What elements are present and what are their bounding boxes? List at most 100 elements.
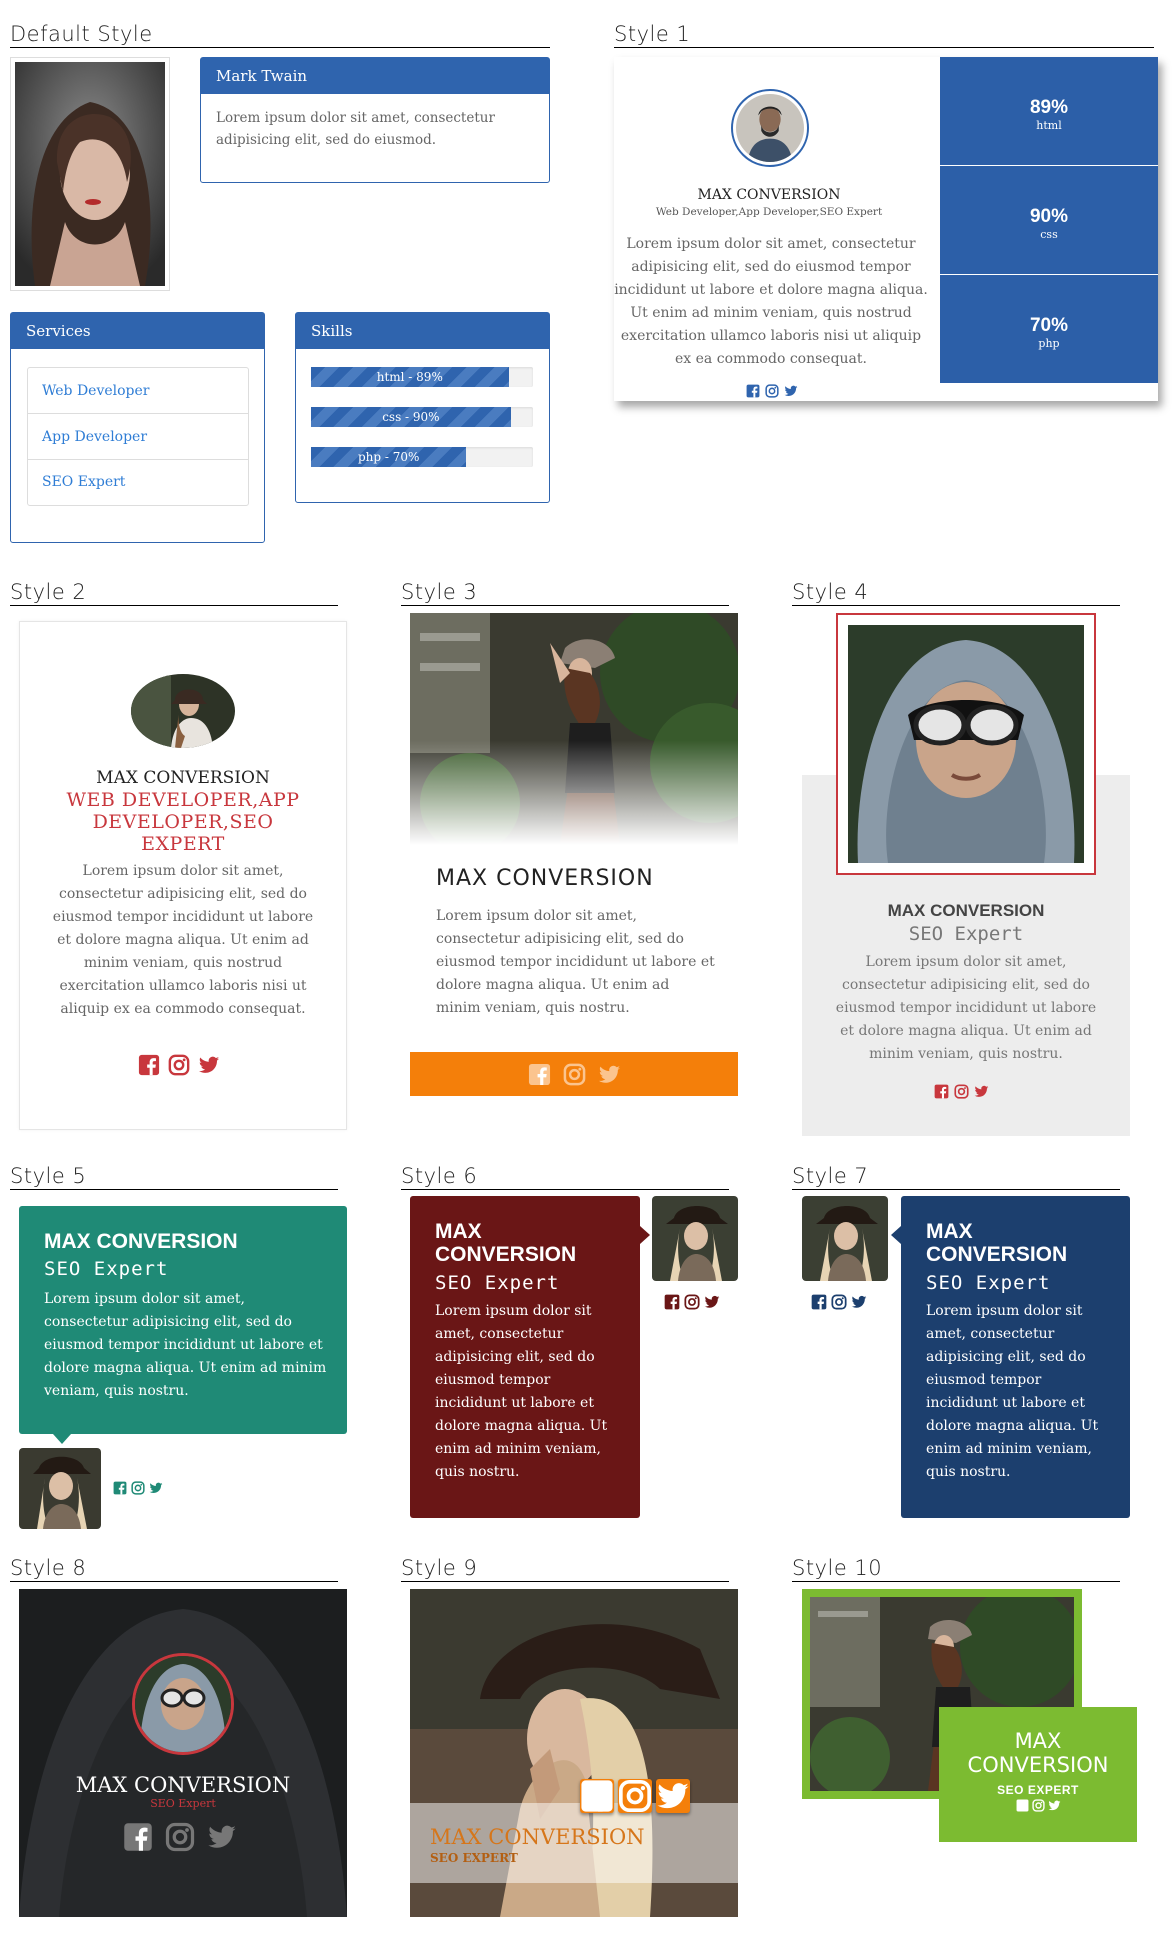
- style7-card: MAX CONVERSION SEO Expert Lorem ipsum do…: [891, 1196, 1130, 1518]
- style9-role: SEO EXPERT: [430, 1851, 518, 1865]
- style2-avatar: [131, 674, 235, 748]
- style3-social-bar: [410, 1052, 738, 1096]
- section-title-style3: Style 3: [401, 580, 729, 606]
- facebook-icon[interactable]: [580, 1779, 614, 1813]
- style6-card: MAX CONVERSION SEO Expert Lorem ipsum do…: [410, 1196, 650, 1518]
- stat-html: 89% html: [940, 57, 1158, 165]
- twitter-icon[interactable]: [784, 384, 798, 398]
- style10-role: SEO EXPERT: [997, 1783, 1079, 1797]
- service-item-web-developer[interactable]: Web Developer: [28, 368, 248, 414]
- skill-track-php: php - 70%: [311, 447, 533, 467]
- stat-value: 89%: [1029, 97, 1069, 118]
- style1-social: [746, 384, 798, 398]
- style2-card: MAX CONVERSION WEB DEVELOPER,APP DEVELOP…: [19, 621, 347, 1130]
- section-title-style5: Style 5: [10, 1164, 338, 1190]
- style4-photo: [836, 613, 1096, 875]
- style4-name: MAX CONVERSION: [887, 901, 1045, 920]
- style3-photo: [410, 613, 738, 845]
- section-title-style4: Style 4: [792, 580, 1120, 606]
- section-title-style9: Style 9: [401, 1556, 729, 1582]
- style8-name: MAX CONVERSION: [75, 1773, 291, 1797]
- section-title-style6: Style 6: [401, 1164, 729, 1190]
- section-title-default: Default Style: [10, 22, 550, 48]
- style9-name: MAX CONVERSION: [430, 1825, 645, 1849]
- style10-social: [939, 1799, 1137, 1812]
- services-heading: Services: [11, 313, 264, 349]
- instagram-icon[interactable]: [1032, 1799, 1045, 1812]
- instagram-icon[interactable]: [563, 1063, 586, 1086]
- instagram-icon[interactable]: [831, 1294, 847, 1310]
- twitter-icon[interactable]: [704, 1294, 720, 1310]
- style6-text: Lorem ipsum dolor sit amet, consectetur …: [435, 1303, 608, 1480]
- style10-caption-box: MAX CONVERSION SEO EXPERT: [939, 1707, 1137, 1842]
- instagram-icon[interactable]: [618, 1779, 652, 1813]
- style4-social: [934, 1084, 989, 1099]
- facebook-icon[interactable]: [113, 1481, 127, 1495]
- style7-social: [811, 1294, 867, 1310]
- instagram-icon[interactable]: [954, 1084, 969, 1099]
- instagram-icon[interactable]: [168, 1054, 190, 1076]
- style10-name: MAX CONVERSION: [967, 1729, 1109, 1777]
- twitter-icon[interactable]: [851, 1294, 867, 1310]
- instagram-icon[interactable]: [165, 1822, 195, 1852]
- skill-track-css: css - 90%: [311, 407, 533, 427]
- style5-text: Lorem ipsum dolor sit amet, consectetur …: [44, 1291, 327, 1399]
- twitter-icon[interactable]: [1048, 1799, 1061, 1812]
- style7-text: Lorem ipsum dolor sit amet, consectetur …: [926, 1303, 1099, 1480]
- twitter-icon[interactable]: [974, 1084, 989, 1099]
- style3-name: MAX CONVERSION: [436, 866, 654, 891]
- skills-panel: Skills html - 89% css - 90% php - 70%: [295, 312, 550, 503]
- style8-social: [123, 1822, 237, 1852]
- twitter-icon[interactable]: [598, 1063, 621, 1086]
- stat-php: 70% php: [940, 275, 1158, 383]
- style5-social: [113, 1481, 163, 1495]
- instagram-icon[interactable]: [131, 1481, 145, 1495]
- panel-body: Lorem ipsum dolor sit amet, consectetur …: [216, 110, 495, 148]
- style5-card: MAX CONVERSION SEO Expert Lorem ipsum do…: [19, 1206, 347, 1444]
- style4-text: Lorem ipsum dolor sit amet, consectetur …: [835, 954, 1097, 1062]
- style5-avatar: [19, 1448, 101, 1529]
- style6-social: [664, 1294, 720, 1310]
- style7-pointer: [891, 1226, 901, 1244]
- default-profile-photo: [10, 57, 170, 291]
- facebook-icon[interactable]: [123, 1822, 153, 1852]
- skill-track-html: html - 89%: [311, 367, 533, 387]
- style3-text: Lorem ipsum dolor sit amet, consectetur …: [436, 908, 715, 1016]
- facebook-icon[interactable]: [811, 1294, 827, 1310]
- section-title-style10: Style 10: [792, 1556, 1120, 1582]
- instagram-icon[interactable]: [765, 384, 779, 398]
- style1-role: Web Developer,App Developer,SEO Expert: [655, 206, 883, 218]
- twitter-icon[interactable]: [207, 1822, 237, 1852]
- service-item-seo-expert[interactable]: SEO Expert: [28, 460, 248, 505]
- section-title-style7: Style 7: [792, 1164, 1120, 1190]
- facebook-icon[interactable]: [934, 1084, 949, 1099]
- service-item-app-developer[interactable]: App Developer: [28, 414, 248, 460]
- facebook-icon[interactable]: [664, 1294, 680, 1310]
- twitter-icon[interactable]: [656, 1779, 690, 1813]
- style2-role: WEB DEVELOPER,APP DEVELOPER,SEO EXPERT: [66, 789, 300, 855]
- facebook-icon[interactable]: [138, 1054, 160, 1076]
- style2-text: Lorem ipsum dolor sit amet, consectetur …: [52, 863, 314, 1017]
- twitter-icon[interactable]: [198, 1054, 220, 1076]
- facebook-icon[interactable]: [746, 384, 760, 398]
- mark-twain-panel: Mark Twain Lorem ipsum dolor sit amet, c…: [200, 57, 550, 183]
- style2-name: MAX CONVERSION: [96, 768, 270, 788]
- section-title-style8: Style 8: [10, 1556, 338, 1582]
- style1-text: Lorem ipsum dolor sit amet, consectetur …: [614, 236, 928, 367]
- style7-avatar: [802, 1196, 888, 1281]
- section-title-style1: Style 1: [614, 22, 1154, 48]
- facebook-icon[interactable]: [528, 1063, 551, 1086]
- panel-heading: Mark Twain: [201, 58, 549, 94]
- stat-label: html: [1036, 119, 1062, 132]
- twitter-icon[interactable]: [149, 1481, 163, 1495]
- style7-name: MAX CONVERSION: [926, 1220, 1068, 1266]
- style4-role: SEO Expert: [908, 923, 1024, 945]
- instagram-icon[interactable]: [684, 1294, 700, 1310]
- style5-pointer: [53, 1434, 71, 1444]
- skill-bar-php: php - 70%: [311, 447, 467, 467]
- stat-label: css: [1040, 228, 1058, 241]
- facebook-icon[interactable]: [1016, 1799, 1029, 1812]
- stat-css: 90% css: [940, 166, 1158, 274]
- skill-bar-css: css - 90%: [311, 407, 511, 427]
- services-list: Web Developer App Developer SEO Expert: [27, 367, 249, 506]
